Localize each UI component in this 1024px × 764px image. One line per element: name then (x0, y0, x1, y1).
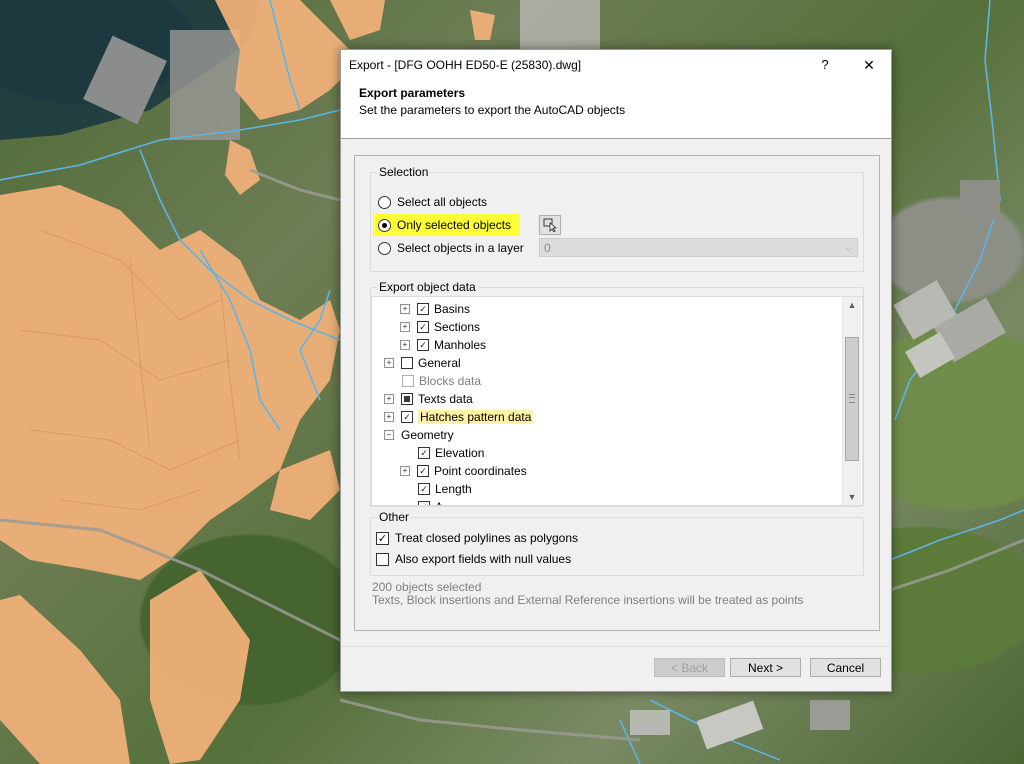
tree-item[interactable]: + Manholes (400, 336, 486, 354)
radio-button[interactable] (378, 195, 391, 209)
other-group: Other Treat closed polylines as polygons… (370, 510, 864, 576)
export-object-data-label: Export object data (377, 280, 478, 294)
tree-checkbox[interactable] (418, 501, 430, 505)
tree-item-selected[interactable]: + Hatches pattern data (384, 408, 534, 426)
tree-item-label: General (418, 356, 461, 370)
export-null-fields-checkbox[interactable]: Also export fields with null values (376, 550, 571, 568)
tree-checkbox (402, 375, 414, 387)
dialog-title: Export - [DFG OOHH ED50-E (25830).dwg] (349, 58, 582, 72)
tree-item[interactable]: + Texts data (384, 390, 473, 408)
status-note-text: Texts, Block insertions and External Ref… (372, 593, 804, 607)
layer-dropdown-value: 0 (544, 241, 551, 255)
tree-item[interactable]: + Sections (400, 318, 480, 336)
tree-item-label: Point coordinates (434, 464, 527, 478)
radio-select-layer[interactable]: Select objects in a layer (378, 239, 524, 257)
tree-checkbox[interactable] (417, 303, 429, 315)
close-icon: ✕ (863, 57, 875, 73)
scroll-thumb[interactable] (845, 337, 859, 461)
export-object-data-group: Export object data + Basins + Sections + (370, 280, 864, 507)
tree-checkbox[interactable] (401, 411, 413, 423)
expand-icon[interactable]: + (400, 466, 410, 476)
tree-checkbox[interactable] (417, 339, 429, 351)
collapse-icon[interactable]: − (384, 430, 394, 440)
next-button[interactable]: Next > (730, 658, 801, 677)
expand-icon[interactable]: + (384, 412, 394, 422)
tree-item-label: Geometry (401, 428, 454, 442)
tree-checkbox[interactable] (401, 393, 413, 405)
pick-objects-button[interactable] (539, 215, 561, 235)
expand-icon[interactable]: + (384, 394, 394, 404)
tree-checkbox[interactable] (417, 465, 429, 477)
header-area: Export parameters Set the parameters to … (341, 80, 891, 139)
tree-item[interactable]: Elevation (418, 444, 484, 462)
export-dialog: Export - [DFG OOHH ED50-E (25830).dwg] ?… (340, 49, 892, 692)
radio-label: Select all objects (397, 195, 488, 209)
title-bar: Export - [DFG OOHH ED50-E (25830).dwg] ?… (341, 50, 891, 80)
checkbox-label: Treat closed polylines as polygons (395, 531, 578, 545)
tree-item-label: Sections (434, 320, 481, 334)
expand-icon[interactable]: + (384, 358, 394, 368)
tree-item-label: Texts data (418, 392, 473, 406)
tree-item: Blocks data (402, 372, 481, 390)
checkbox-label: Also export fields with null values (395, 552, 572, 566)
object-data-tree: + Basins + Sections + Manholes + (371, 296, 863, 506)
scroll-down-icon[interactable]: ▼ (843, 489, 861, 505)
chevron-down-icon: ⌵ (845, 243, 852, 253)
tree-item[interactable]: + Basins (400, 300, 470, 318)
selection-group: Selection Select all objects Only select… (370, 165, 864, 272)
radio-button[interactable] (378, 241, 391, 255)
checkbox[interactable] (376, 552, 389, 566)
header-subtitle: Set the parameters to export the AutoCAD… (359, 103, 626, 117)
tree-item-label: Elevation (435, 446, 485, 460)
tree-item-label: A (435, 500, 443, 505)
tree-checkbox[interactable] (418, 447, 430, 459)
expand-icon[interactable]: + (400, 304, 410, 314)
tree-item-label: Length (435, 482, 472, 496)
treat-closed-polylines-checkbox[interactable]: Treat closed polylines as polygons (376, 529, 578, 547)
layer-dropdown[interactable]: 0 ⌵ (539, 238, 858, 257)
footer-divider (341, 646, 891, 647)
expand-icon[interactable]: + (400, 322, 410, 332)
radio-select-all[interactable]: Select all objects (378, 193, 487, 211)
radio-label: Select objects in a layer (397, 241, 524, 255)
pick-objects-icon (543, 218, 558, 233)
tree-item[interactable]: + Point coordinates (400, 462, 527, 480)
parameters-panel: Selection Select all objects Only select… (354, 155, 880, 631)
tree-checkbox[interactable] (401, 357, 413, 369)
close-button[interactable]: ✕ (853, 50, 885, 80)
checkbox[interactable] (376, 531, 389, 545)
selection-group-label: Selection (377, 165, 431, 179)
tree-item[interactable]: A (418, 498, 443, 505)
scroll-up-icon[interactable]: ▲ (843, 297, 861, 313)
tree-checkbox[interactable] (418, 483, 430, 495)
tree-item-label: Manholes (434, 338, 487, 352)
radio-only-selected[interactable]: Only selected objects (373, 214, 521, 236)
radio-button[interactable] (378, 218, 391, 232)
back-button[interactable]: < Back (654, 658, 725, 677)
expand-icon[interactable]: + (400, 340, 410, 350)
tree-item-label: Blocks data (419, 374, 482, 388)
other-group-label: Other (377, 510, 412, 524)
radio-label: Only selected objects (397, 218, 512, 232)
header-title: Export parameters (359, 86, 466, 100)
tree-item-label: Hatches pattern data (418, 410, 534, 424)
tree-scrollbar[interactable]: ▲ ▼ (842, 297, 861, 505)
tree-item[interactable]: − Geometry (384, 426, 454, 444)
selected-count-text: 200 objects selected (372, 580, 482, 594)
tree-checkbox[interactable] (417, 321, 429, 333)
tree-item[interactable]: + General (384, 354, 461, 372)
tree-item[interactable]: Length (418, 480, 472, 498)
cancel-button[interactable]: Cancel (810, 658, 881, 677)
tree-item-label: Basins (434, 302, 471, 316)
help-button[interactable]: ? (813, 50, 837, 80)
